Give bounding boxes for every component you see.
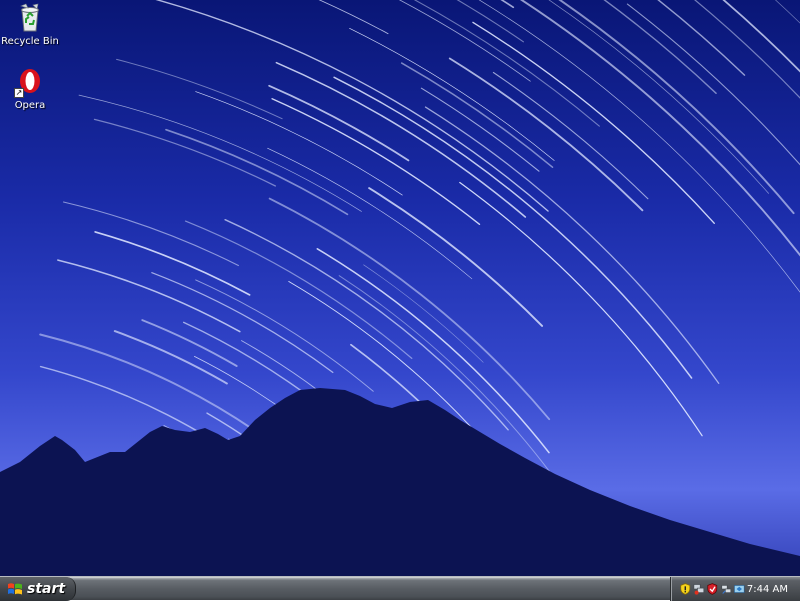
security-shield-icon[interactable]: [679, 582, 692, 596]
windows-logo-icon: [7, 581, 23, 597]
clock[interactable]: 7:44 AM: [747, 584, 788, 595]
recycle-bin-icon: [14, 2, 46, 34]
network-icon[interactable]: [693, 582, 706, 596]
wallpaper-star-trails: [0, 0, 800, 576]
shortcut-arrow-icon: ↗: [14, 88, 24, 98]
desktop[interactable]: Recycle Bin ↗ Opera: [0, 0, 800, 576]
start-button[interactable]: start: [0, 577, 76, 601]
taskbar: start 7:44 AM: [0, 576, 800, 600]
opera-shortcut[interactable]: ↗ Opera: [0, 66, 60, 111]
sync-icon[interactable]: [733, 582, 746, 596]
connection-icon[interactable]: [720, 582, 733, 596]
opera-icon: ↗: [14, 66, 46, 98]
antivirus-icon[interactable]: [706, 582, 719, 596]
start-label: start: [27, 581, 65, 597]
system-tray: 7:44 AM: [670, 577, 800, 601]
recycle-bin-shortcut[interactable]: Recycle Bin: [0, 2, 60, 47]
recycle-bin-label: Recycle Bin: [0, 36, 60, 47]
opera-label: Opera: [0, 100, 60, 111]
